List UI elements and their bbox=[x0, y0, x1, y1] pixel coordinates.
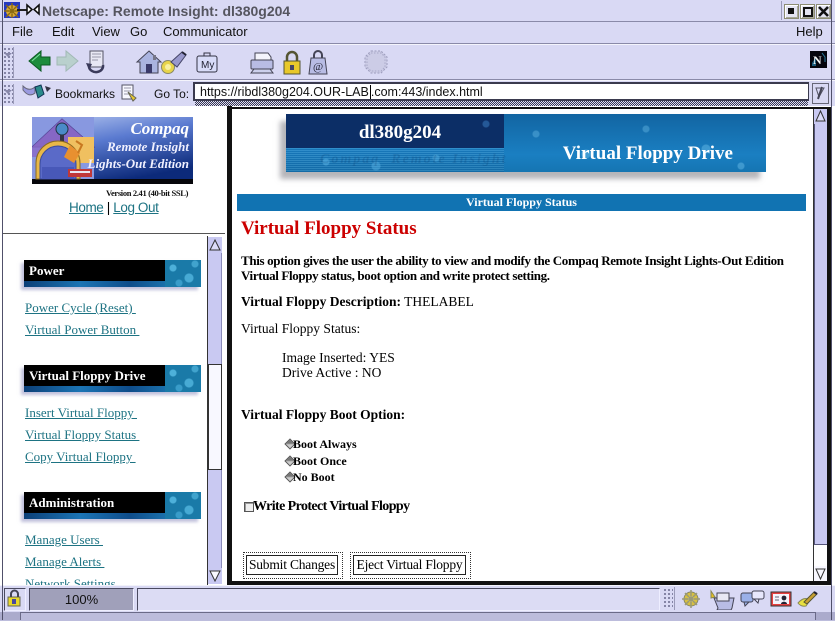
svg-text:My: My bbox=[201, 60, 214, 71]
svg-text:Compaq: Compaq bbox=[130, 119, 189, 138]
svg-text:Lights-Out Edition: Lights-Out Edition bbox=[87, 156, 190, 171]
svg-text:@: @ bbox=[313, 61, 323, 73]
svg-text:N: N bbox=[813, 53, 822, 67]
svg-text:Remote Insight: Remote Insight bbox=[106, 139, 189, 154]
